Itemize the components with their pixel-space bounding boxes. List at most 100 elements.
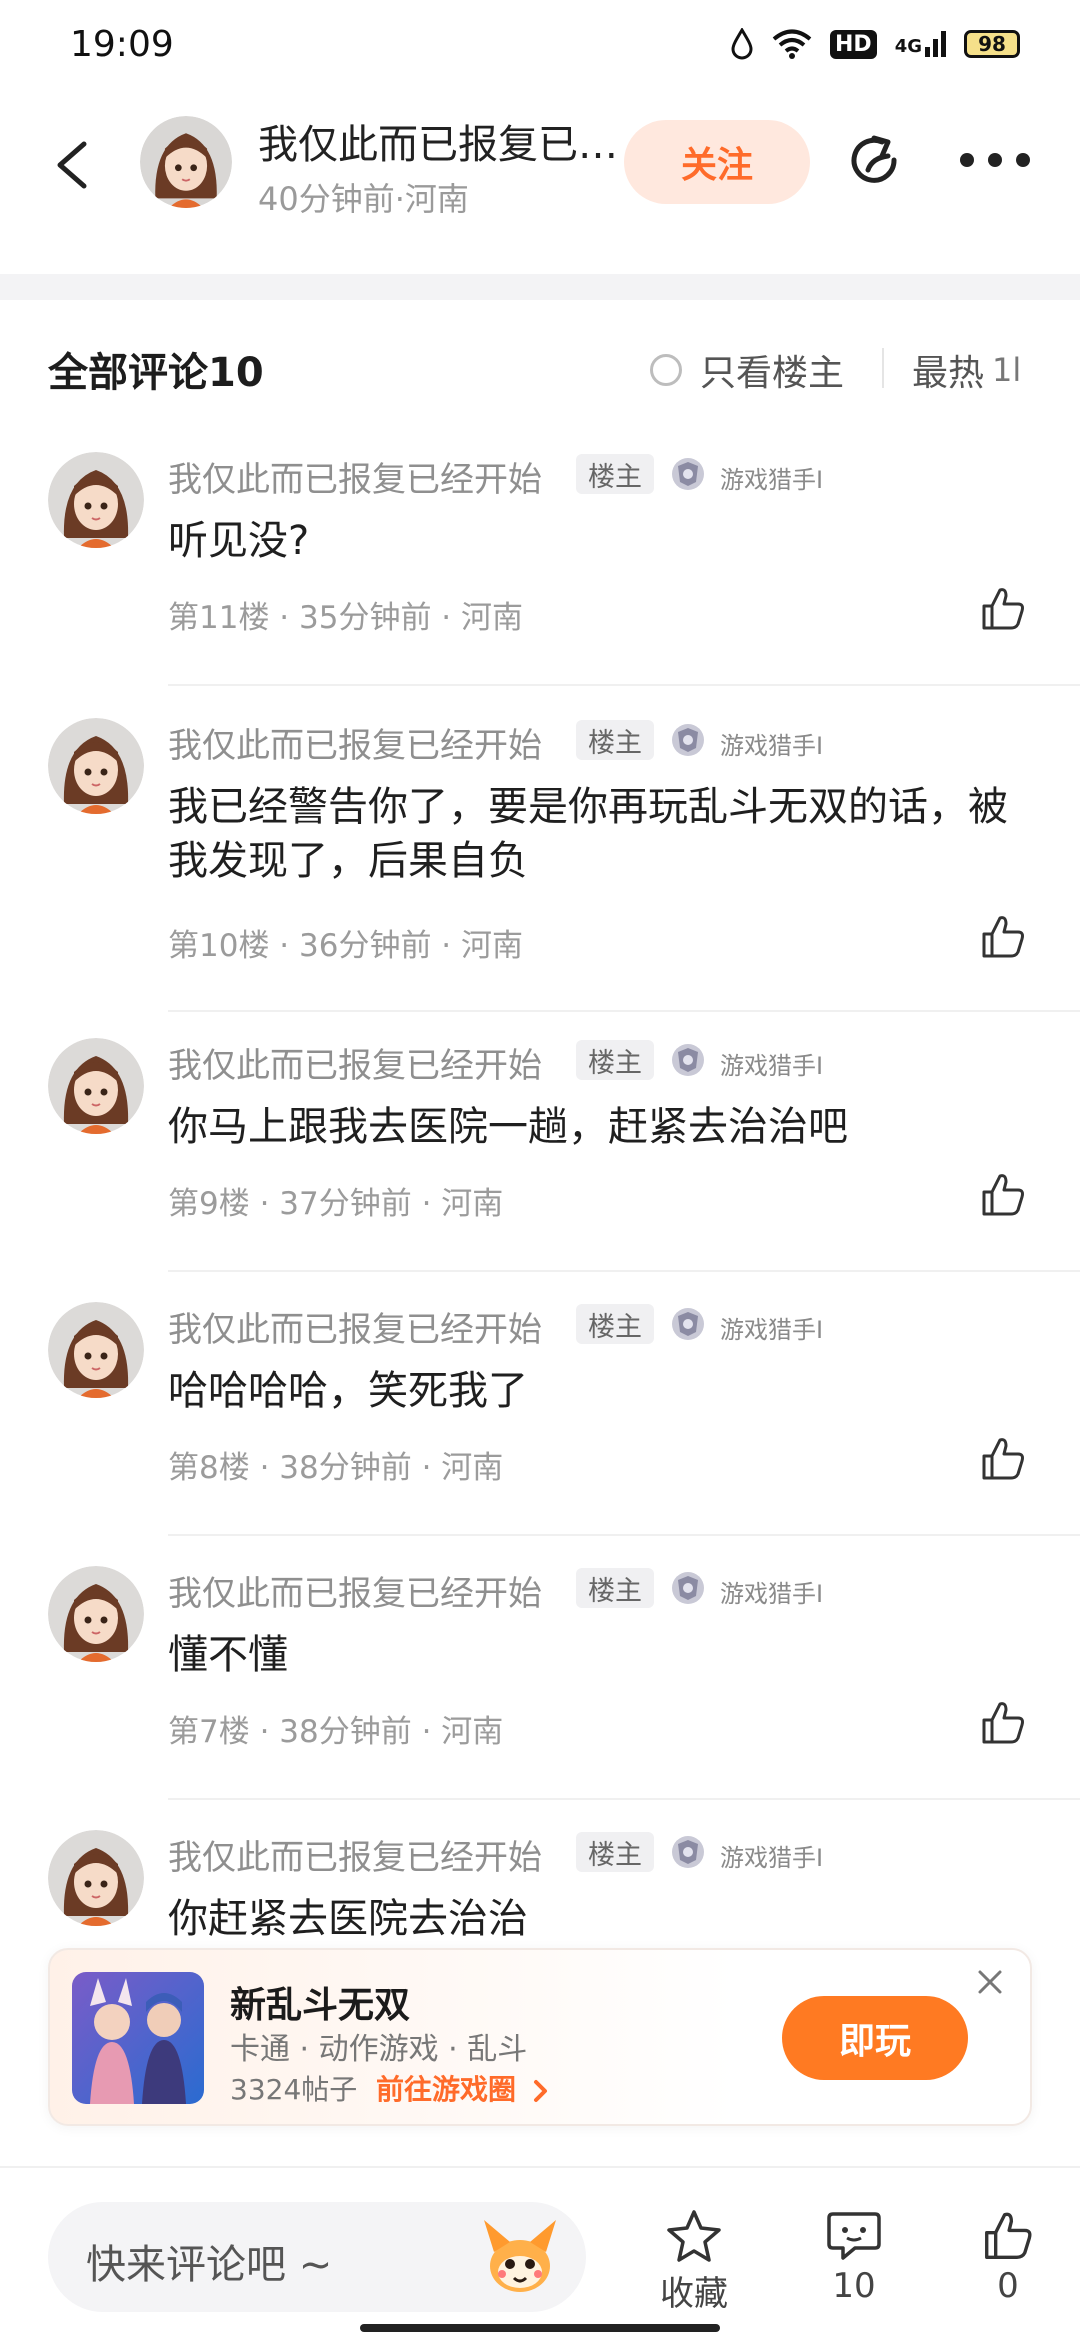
op-tag: 楼主	[576, 1040, 654, 1080]
like-icon[interactable]	[978, 1698, 1028, 1748]
favorite-button[interactable]: 收藏	[644, 2208, 744, 2315]
comment-divider	[168, 1010, 1080, 1012]
comments-title: 全部评论10	[48, 350, 264, 396]
badge-icon	[672, 1836, 704, 1868]
author-meta: 40分钟前·河南	[258, 180, 469, 218]
comment-count-button[interactable]: 10	[804, 2208, 904, 2306]
commenter-name[interactable]: 我仅此而已报复已经开始	[168, 1038, 542, 1087]
badge-label: 游戏猎手I	[720, 1580, 824, 1608]
comment-meta: 第8楼 · 38分钟前 · 河南	[168, 1450, 504, 1486]
comment-text: 你马上跟我去医院一趟，赶紧去治治吧	[168, 1104, 848, 1150]
comment-item: 我仅此而已报复已经开始 楼主 游戏猎手I 哈哈哈哈，笑死我了 第8楼 · 38分…	[0, 1302, 1080, 1567]
only-op-label: 只看楼主	[700, 353, 845, 394]
badge-icon	[672, 1308, 704, 1340]
game-circle-link-label: 前往游戏圈	[376, 2073, 517, 2106]
comment-count: 10	[832, 2266, 876, 2306]
comment-divider	[168, 684, 1080, 686]
comment-meta: 第7楼 · 38分钟前 · 河南	[168, 1714, 504, 1750]
game-name[interactable]: 新乱斗无双	[230, 1976, 410, 2028]
like-icon[interactable]	[978, 912, 1028, 962]
badge-label: 游戏猎手I	[720, 1844, 824, 1872]
author-avatar[interactable]	[140, 116, 232, 208]
comment-text: 听见没?	[168, 518, 310, 564]
comment-item: 我仅此而已报复已经开始 楼主 游戏猎手I 你马上跟我去医院一趟，赶紧去治治吧 第…	[0, 1038, 1080, 1303]
more-options-icon[interactable]	[960, 150, 1030, 170]
comment-meta: 第10楼 · 36分钟前 · 河南	[168, 928, 524, 964]
op-tag: 楼主	[576, 1568, 654, 1608]
hd-badge: HD	[830, 29, 877, 59]
like-post-button[interactable]: 0	[958, 2208, 1058, 2306]
back-button[interactable]	[50, 140, 94, 190]
commenter-name[interactable]: 我仅此而已报复已经开始	[168, 1302, 542, 1351]
follow-button[interactable]: 关注	[624, 120, 810, 204]
sort-divider	[882, 348, 884, 388]
sort-button[interactable]: 最热 1l	[912, 344, 1021, 396]
sort-label: 最热	[912, 353, 985, 394]
comment-divider	[168, 1798, 1080, 1800]
badge-icon	[672, 724, 704, 756]
commenter-avatar[interactable]	[48, 452, 144, 548]
game-thumbnail[interactable]	[72, 1972, 204, 2104]
comment-divider	[168, 1534, 1080, 1536]
commenter-name[interactable]: 我仅此而已报复已经开始	[168, 1830, 542, 1879]
chevron-right-icon	[533, 2080, 547, 2102]
comment-divider	[168, 1270, 1080, 1272]
home-indicator	[360, 2324, 720, 2332]
commenter-avatar[interactable]	[48, 1302, 144, 1398]
badge-icon	[672, 1044, 704, 1076]
commenter-avatar[interactable]	[48, 1038, 144, 1134]
badge-icon	[672, 458, 704, 490]
commenter-name[interactable]: 我仅此而已报复已经开始	[168, 1566, 542, 1615]
author-name[interactable]: 我仅此而已报复已经开始	[258, 112, 628, 170]
comment-text: 我已经警告你了，要是你再玩乱斗无双的话，被我发现了，后果自负	[168, 784, 1008, 884]
badge-label: 游戏猎手I	[720, 1316, 824, 1344]
badge-label: 游戏猎手I	[720, 732, 824, 760]
favorite-label: 收藏	[660, 2274, 728, 2314]
radio-icon[interactable]	[650, 354, 682, 386]
badge-label: 游戏猎手I	[720, 466, 824, 494]
op-tag: 楼主	[576, 720, 654, 760]
close-icon[interactable]	[972, 1964, 1008, 2000]
mascot-icon[interactable]	[472, 2208, 568, 2304]
game-circle-link[interactable]: 前往游戏圈	[376, 2068, 550, 2108]
comment-input[interactable]: 快来评论吧 ~	[48, 2202, 586, 2312]
bottom-action-bar: 快来评论吧 ~ 收藏 10 0	[0, 2166, 1080, 2342]
game-card[interactable]: 新乱斗无双 卡通 · 动作游戏 · 乱斗 3324帖子 前往游戏圈 即玩	[48, 1948, 1032, 2126]
comment-meta: 第11楼 · 35分钟前 · 河南	[168, 600, 524, 636]
like-icon[interactable]	[978, 584, 1028, 634]
game-tags: 卡通 · 动作游戏 · 乱斗	[230, 2032, 528, 2067]
badge-icon	[672, 1572, 704, 1604]
comment-item: 我仅此而已报复已经开始 楼主 游戏猎手I 我已经警告你了，要是你再玩乱斗无双的话…	[0, 718, 1080, 1012]
op-tag: 楼主	[576, 1304, 654, 1344]
op-tag: 楼主	[576, 1832, 654, 1872]
status-time: 19:09	[70, 24, 174, 65]
comment-meta: 第9楼 · 37分钟前 · 河南	[168, 1186, 504, 1222]
share-icon[interactable]	[844, 130, 908, 194]
op-tag: 楼主	[576, 454, 654, 494]
signal-icon: 4G	[895, 31, 946, 57]
status-icons: HD 4G 98	[730, 22, 1020, 66]
drop-icon	[731, 28, 753, 60]
commenter-avatar[interactable]	[48, 1566, 144, 1662]
comment-text: 你赶紧去医院去治治	[168, 1896, 528, 1942]
commenter-name[interactable]: 我仅此而已报复已经开始	[168, 718, 542, 767]
commenter-name[interactable]: 我仅此而已报复已经开始	[168, 452, 542, 501]
like-icon[interactable]	[978, 1434, 1028, 1484]
star-icon	[667, 2210, 721, 2262]
play-button[interactable]: 即玩	[782, 1996, 968, 2080]
sort-icon: 1l	[992, 351, 1022, 389]
commenter-avatar[interactable]	[48, 718, 144, 814]
comment-item: 我仅此而已报复已经开始 楼主 游戏猎手I 听见没? 第11楼 · 35分钟前 ·…	[0, 452, 1080, 717]
badge-label: 游戏猎手I	[720, 1052, 824, 1080]
comment-item: 我仅此而已报复已经开始 楼主 游戏猎手I 懂不懂 第7楼 · 38分钟前 · 河…	[0, 1566, 1080, 1831]
commenter-avatar[interactable]	[48, 1830, 144, 1926]
comment-text: 懂不懂	[168, 1632, 288, 1678]
battery-icon: 98	[964, 30, 1020, 58]
like-count: 0	[997, 2266, 1019, 2306]
comment-text: 哈哈哈哈，笑死我了	[168, 1368, 528, 1414]
like-icon[interactable]	[978, 1170, 1028, 1220]
only-op-toggle[interactable]: 只看楼主	[650, 344, 844, 396]
section-divider	[0, 274, 1080, 300]
comment-icon	[827, 2212, 881, 2260]
game-post-count: 3324帖子	[230, 2073, 358, 2106]
